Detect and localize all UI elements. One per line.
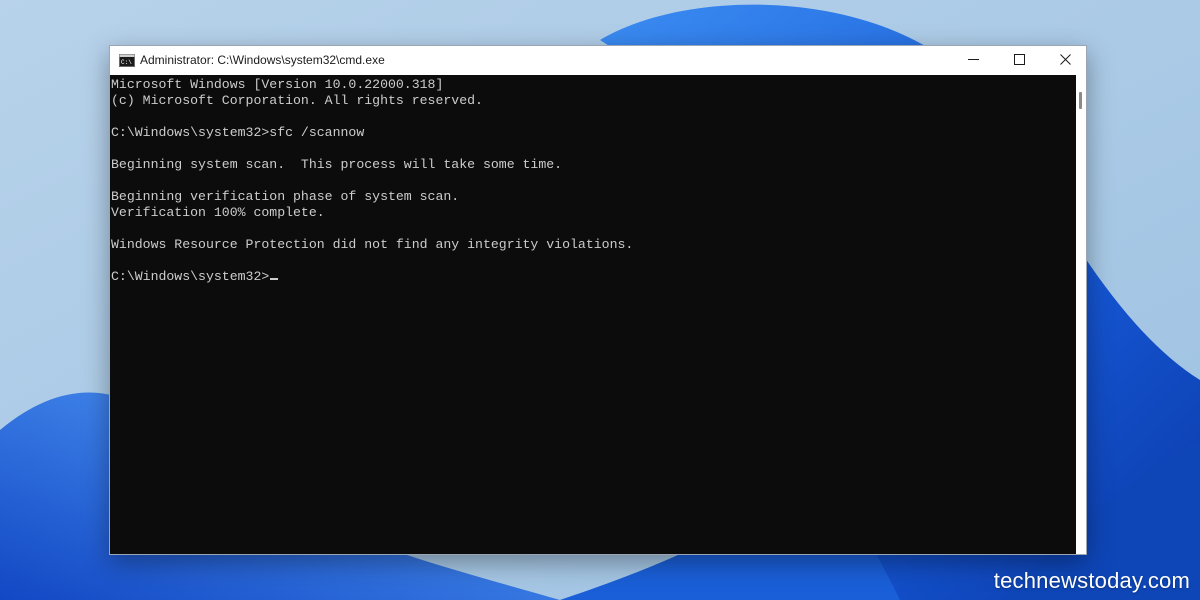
- console-line: Beginning system scan. This process will…: [111, 157, 563, 172]
- minimize-icon: [967, 52, 979, 70]
- console-output[interactable]: Microsoft Windows [Version 10.0.22000.31…: [110, 75, 1076, 554]
- vertical-scrollbar[interactable]: [1076, 75, 1086, 554]
- cmd-icon: C:\: [119, 54, 135, 67]
- svg-text:C:\: C:\: [121, 59, 132, 66]
- text-cursor: [270, 278, 279, 280]
- prompt-text: C:\Windows\system32>: [111, 269, 270, 284]
- console-line: (c) Microsoft Corporation. All rights re…: [111, 93, 483, 108]
- cmd-window[interactable]: C:\ Administrator: C:\Windows\system32\c…: [109, 45, 1087, 555]
- scrollbar-thumb[interactable]: [1079, 92, 1082, 109]
- console-line: Windows Resource Protection did not find…: [111, 237, 634, 252]
- prompt-line[interactable]: C:\Windows\system32>: [111, 269, 633, 285]
- title-bar[interactable]: C:\ Administrator: C:\Windows\system32\c…: [110, 46, 1086, 75]
- window-title: Administrator: C:\Windows\system32\cmd.e…: [140, 53, 385, 67]
- minimize-button[interactable]: [950, 46, 996, 75]
- console-line: Microsoft Windows [Version 10.0.22000.31…: [111, 77, 444, 92]
- maximize-icon: [1013, 52, 1025, 70]
- console-line: C:\Windows\system32>sfc /scannow: [111, 125, 365, 140]
- watermark: technewstoday.com: [993, 568, 1190, 593]
- console-line: Beginning verification phase of system s…: [111, 189, 460, 204]
- maximize-button[interactable]: [996, 46, 1042, 75]
- close-button[interactable]: [1042, 46, 1088, 75]
- close-icon: [1059, 52, 1071, 70]
- console-line: Verification 100% complete.: [111, 205, 325, 220]
